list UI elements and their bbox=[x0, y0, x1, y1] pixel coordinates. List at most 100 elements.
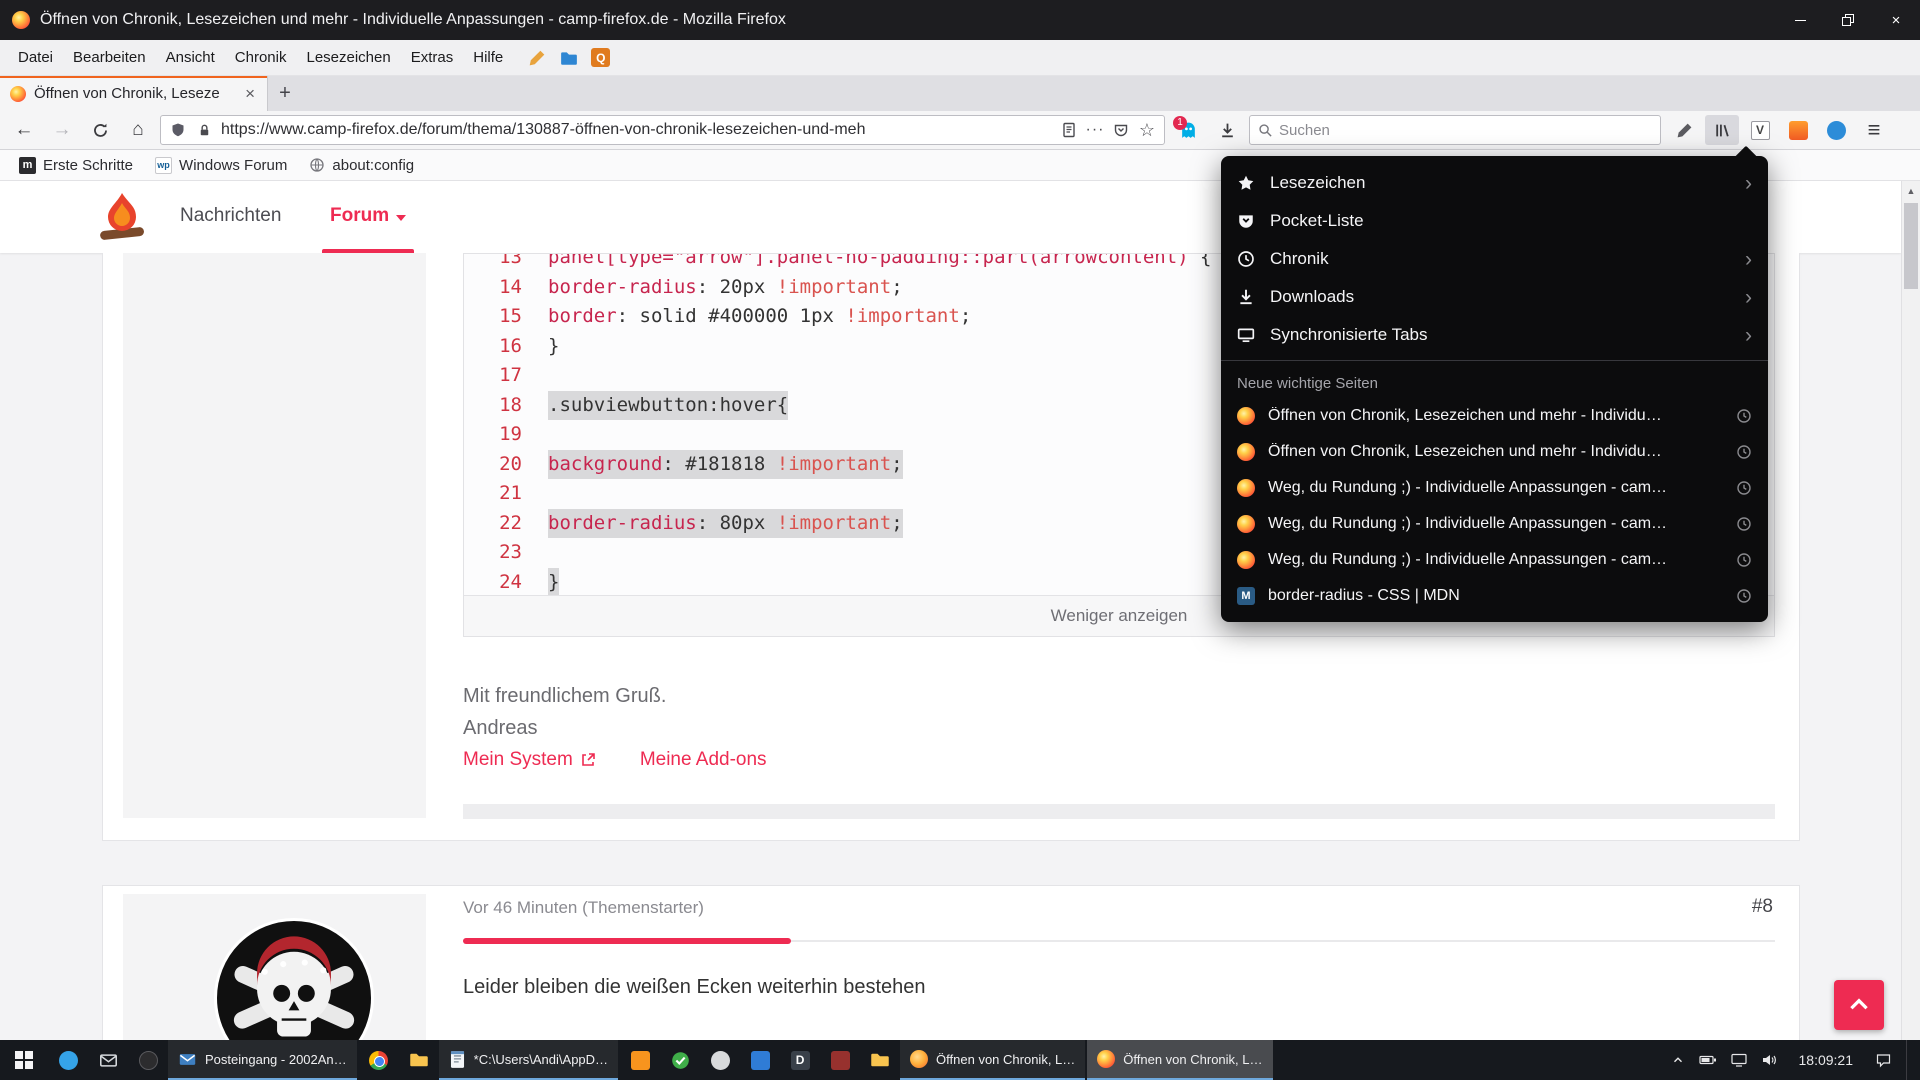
taskbar-clock[interactable]: 18:09:21 bbox=[1791, 1052, 1862, 1068]
camp-firefox-logo[interactable] bbox=[96, 191, 148, 243]
taskbar-button-firefox-dev[interactable]: Öffnen von Chronik, L… bbox=[900, 1040, 1085, 1080]
library-panel: Lesezeichen › Pocket-Liste Chronik › Dow… bbox=[1221, 156, 1768, 622]
post-divider-accent bbox=[463, 938, 791, 944]
start-button[interactable] bbox=[0, 1040, 48, 1080]
history-clock-icon bbox=[1736, 588, 1752, 604]
pocket-icon[interactable] bbox=[1112, 121, 1130, 139]
collapse-code-link[interactable]: Weniger anzeigen bbox=[1051, 606, 1188, 626]
history-item[interactable]: Öffnen von Chronik, Lesezeichen und mehr… bbox=[1221, 398, 1768, 434]
video-download-helper-icon[interactable]: V bbox=[1743, 115, 1777, 145]
pencil-extension-icon[interactable] bbox=[527, 48, 547, 68]
bookmark-about-config[interactable]: about:config bbox=[300, 152, 423, 178]
post7-author-name: Andreas bbox=[463, 717, 538, 740]
pinned-icon-gray[interactable] bbox=[700, 1040, 740, 1080]
scroll-to-top-button[interactable] bbox=[1834, 980, 1884, 1030]
lock-icon[interactable] bbox=[195, 121, 213, 139]
menu-hamburger-icon[interactable]: ≡ bbox=[1857, 115, 1891, 145]
bookmark-erste-schritte[interactable]: m Erste Schritte bbox=[10, 152, 142, 178]
taskbar-button-notepad[interactable]: *C:\Users\Andi\AppD… bbox=[439, 1040, 618, 1080]
history-item[interactable]: M border-radius - CSS | MDN bbox=[1221, 578, 1768, 614]
window-controls: × bbox=[1776, 0, 1920, 40]
antivirus-check-icon[interactable] bbox=[660, 1040, 700, 1080]
minimize-button[interactable] bbox=[1776, 0, 1824, 40]
forward-button[interactable]: → bbox=[46, 115, 78, 145]
close-button[interactable]: × bbox=[1872, 0, 1920, 40]
wp-icon: wp bbox=[155, 157, 172, 174]
battery-icon[interactable] bbox=[1699, 1053, 1717, 1067]
ghostery-icon[interactable]: 1 bbox=[1171, 115, 1205, 145]
folder-icon[interactable] bbox=[860, 1040, 900, 1080]
menu-item-bearbeiten[interactable]: Bearbeiten bbox=[63, 40, 156, 76]
restore-button[interactable] bbox=[1824, 0, 1872, 40]
pinned-icon-blue-square[interactable] bbox=[740, 1040, 780, 1080]
tracking-protection-shield-icon[interactable] bbox=[169, 121, 187, 139]
search-input[interactable] bbox=[1279, 122, 1652, 139]
pinned-icon-blue[interactable] bbox=[48, 1040, 88, 1080]
library-menu-synchronisierte-tabs[interactable]: Synchronisierte Tabs › bbox=[1221, 316, 1768, 354]
reader-mode-icon[interactable] bbox=[1060, 121, 1078, 139]
post7-author-column bbox=[123, 253, 426, 818]
history-clock-icon bbox=[1736, 516, 1752, 532]
library-icon[interactable] bbox=[1705, 115, 1739, 145]
pinned-icon-d[interactable]: D bbox=[780, 1040, 820, 1080]
post8-permalink[interactable]: #8 bbox=[1752, 896, 1773, 918]
extension-orange-icon[interactable] bbox=[1781, 115, 1815, 145]
menu-item-hilfe[interactable]: Hilfe bbox=[463, 40, 513, 76]
avatar[interactable] bbox=[214, 918, 374, 1040]
menu-item-ansicht[interactable]: Ansicht bbox=[156, 40, 225, 76]
library-menu-pocket-liste[interactable]: Pocket-Liste bbox=[1221, 202, 1768, 240]
search-bar bbox=[1249, 115, 1661, 145]
tab-oeffnen-von-chronik[interactable]: Öffnen von Chronik, Leseze × bbox=[0, 76, 268, 111]
extension-blue-icon[interactable] bbox=[1819, 115, 1853, 145]
chevron-right-icon: › bbox=[1745, 287, 1752, 308]
menu-item-extras[interactable]: Extras bbox=[401, 40, 464, 76]
pinned-mail-icon[interactable] bbox=[88, 1040, 128, 1080]
home-button[interactable]: ⌂ bbox=[122, 115, 154, 145]
page-scrollbar[interactable]: ▲ bbox=[1901, 181, 1920, 1040]
reload-button[interactable] bbox=[84, 115, 116, 145]
tray-chevron-up-icon[interactable] bbox=[1671, 1053, 1685, 1067]
back-button[interactable]: ← bbox=[8, 115, 40, 145]
pinned-icon-dark[interactable] bbox=[128, 1040, 168, 1080]
site-nav-messages[interactable]: Nachrichten bbox=[180, 205, 281, 227]
library-menu-downloads[interactable]: Downloads › bbox=[1221, 278, 1768, 316]
new-tab-button[interactable]: + bbox=[268, 76, 302, 111]
scrollbar-up-arrow[interactable]: ▲ bbox=[1902, 181, 1920, 200]
taskbar-button-firefox[interactable]: Öffnen von Chronik, L… bbox=[1087, 1040, 1272, 1080]
menu-item-lesezeichen[interactable]: Lesezeichen bbox=[296, 40, 400, 76]
mdn-favicon: M bbox=[1237, 587, 1255, 605]
pocket-icon bbox=[1237, 212, 1255, 230]
menu-item-chronik[interactable]: Chronik bbox=[225, 40, 297, 76]
scrollbar-thumb[interactable] bbox=[1904, 203, 1918, 289]
folder-icon[interactable] bbox=[399, 1040, 439, 1080]
q-extension-icon[interactable]: Q bbox=[591, 48, 610, 67]
display-icon[interactable] bbox=[1731, 1053, 1747, 1067]
downloads-icon[interactable] bbox=[1211, 115, 1243, 145]
meine-addons-link[interactable]: Meine Add-ons bbox=[640, 749, 767, 771]
menu-item-datei[interactable]: Datei bbox=[8, 40, 63, 76]
jdownloader-icon[interactable] bbox=[620, 1040, 660, 1080]
history-item[interactable]: Weg, du Rundung ;) - Individuelle Anpass… bbox=[1221, 470, 1768, 506]
bookmark-windows-forum[interactable]: wp Windows Forum bbox=[146, 152, 296, 178]
mein-system-link[interactable]: Mein System bbox=[463, 749, 596, 771]
firefox-favicon bbox=[1237, 515, 1255, 533]
site-nav-forum[interactable]: Forum bbox=[330, 205, 406, 227]
speaker-icon[interactable] bbox=[1761, 1053, 1777, 1067]
library-menu-chronik[interactable]: Chronik › bbox=[1221, 240, 1768, 278]
bookmark-star-icon[interactable]: ☆ bbox=[1138, 121, 1156, 139]
page-actions-icon[interactable]: ··· bbox=[1086, 121, 1104, 139]
close-tab-icon[interactable]: × bbox=[243, 84, 257, 104]
action-center-icon[interactable] bbox=[1875, 1053, 1892, 1068]
folder-extension-icon[interactable] bbox=[559, 48, 579, 68]
history-item[interactable]: Öffnen von Chronik, Lesezeichen und mehr… bbox=[1221, 434, 1768, 470]
history-item[interactable]: Weg, du Rundung ;) - Individuelle Anpass… bbox=[1221, 542, 1768, 578]
library-menu-lesezeichen[interactable]: Lesezeichen › bbox=[1221, 164, 1768, 202]
tab-favicon bbox=[10, 86, 26, 102]
pinned-icon-maroon[interactable] bbox=[820, 1040, 860, 1080]
url-bar[interactable]: https://www.camp-firefox.de/forum/thema/… bbox=[160, 115, 1165, 145]
chrome-icon[interactable] bbox=[359, 1040, 399, 1080]
history-item[interactable]: Weg, du Rundung ;) - Individuelle Anpass… bbox=[1221, 506, 1768, 542]
taskbar-button-posteingang[interactable]: Posteingang - 2002An… bbox=[168, 1040, 357, 1080]
pencil-icon[interactable] bbox=[1667, 115, 1701, 145]
show-desktop-button[interactable] bbox=[1906, 1040, 1914, 1080]
